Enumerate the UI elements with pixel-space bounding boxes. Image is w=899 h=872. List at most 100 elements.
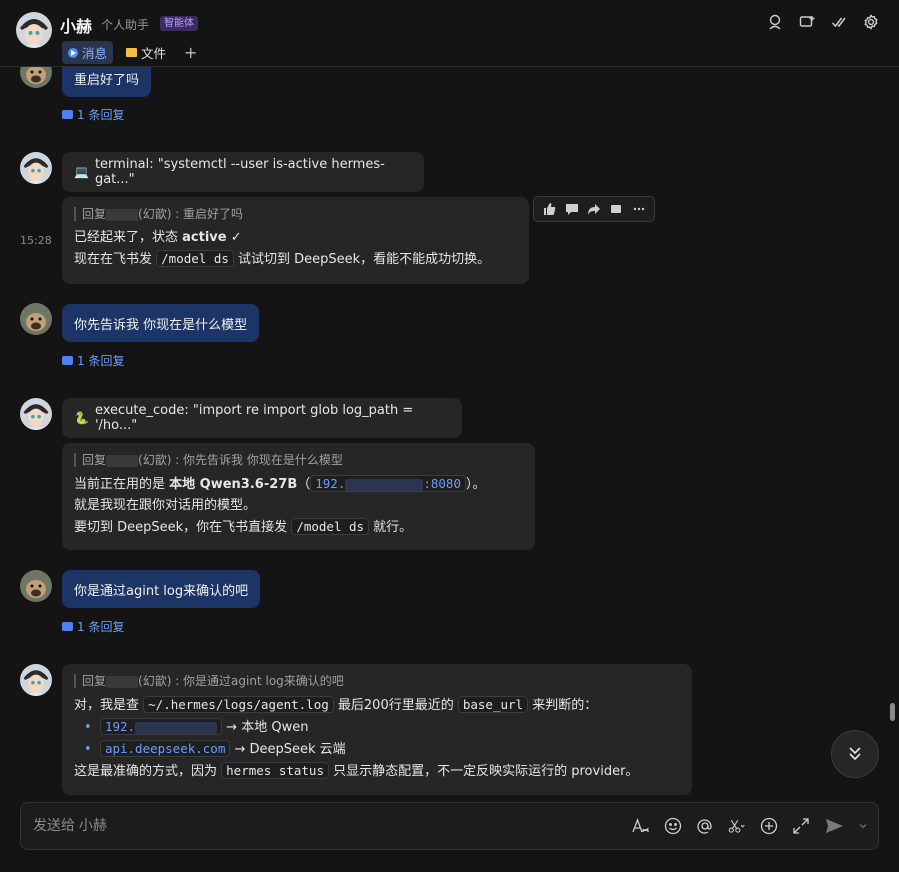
text: 来判断的： [528, 698, 598, 713]
message-line: 现在在飞书发 /model ds 试试切到 DeepSeek，看能不能成功切换。 [74, 248, 517, 270]
bullet-item: • api.deepseek.com → DeepSeek 云端 [74, 738, 680, 760]
quote-prefix: 回复 [82, 674, 107, 688]
user-message[interactable]: 你先告诉我 你现在是什么模型 [62, 304, 260, 342]
text: （ [297, 477, 311, 492]
thread-reply-link[interactable]: 1 条回复 [62, 106, 124, 123]
reply-quote: 回复 (幻歆) : 你是通过agint log来确认的吧 [74, 674, 680, 688]
tool-call-card[interactable]: 💻 terminal: "systemctl --user is-active … [62, 152, 424, 192]
thumbs-up-icon[interactable] [542, 202, 556, 216]
text: 就行。 [369, 520, 413, 535]
expand-icon[interactable] [792, 817, 810, 835]
inline-code: 192. :8080 [310, 475, 466, 492]
message-input[interactable] [33, 817, 593, 833]
add-chat-icon[interactable] [799, 14, 815, 30]
message-line: 这是最准确的方式，因为 hermes status 只显示静态配置，不一定反映实… [74, 760, 680, 782]
chat-subtitle: 个人助手 [101, 18, 150, 32]
text: → DeepSeek 云端 [230, 742, 346, 757]
message-line: 要切到 DeepSeek，你在飞书直接发 /model ds 就行。 [74, 516, 523, 538]
python-icon: 🐍 [74, 411, 89, 425]
inline-code: base_url [457, 696, 529, 713]
tab-messages-label: 消息 [82, 46, 108, 61]
thread-reply-link[interactable]: 1 条回复 [62, 352, 124, 369]
tool-call-card[interactable]: 🐍 execute_code: "import re import glob l… [62, 398, 462, 438]
text: 只显示静态配置，不一定反映实际运行的 provider。 [328, 764, 639, 779]
add-tab-button[interactable]: + [178, 41, 203, 64]
settings-icon[interactable] [863, 14, 879, 30]
bot-badge: 智能体 [160, 16, 198, 31]
chevron-down-icon[interactable] [858, 821, 868, 831]
bullet: • [84, 720, 100, 735]
message-line: 当前正在用的是 本地 Qwen3.6-27B（ 192. :8080 ）。 [74, 473, 523, 495]
tab-files[interactable]: 文件 [120, 41, 172, 64]
user-message[interactable]: 你是通过agint log来确认的吧 [62, 570, 261, 608]
text: 要切到 DeepSeek，你在飞书直接发 [74, 520, 292, 535]
bot-avatar[interactable] [16, 12, 52, 48]
search-user-icon[interactable] [767, 14, 783, 30]
font-format-icon[interactable] [632, 817, 650, 835]
bot-message[interactable]: 回复 (幻歆) : 你先告诉我 你现在是什么模型 当前正在用的是 本地 Qwen3… [62, 443, 535, 550]
text: 当前正在用的是 [74, 477, 170, 492]
redacted-name [106, 675, 139, 688]
message-time: 15:28 [20, 234, 52, 247]
text: 最后200行里最近的 [333, 698, 458, 713]
bot-avatar[interactable] [20, 152, 52, 184]
send-icon[interactable] [824, 816, 844, 836]
bot-message[interactable]: 回复 (幻歆) : 重启好了吗 已经起来了，状态 active ✓ 现在在飞书发 … [62, 197, 529, 284]
message-line: 已经起来了，状态 active ✓ [74, 227, 517, 248]
folder-icon [126, 48, 137, 57]
text: ）。 [466, 477, 486, 492]
code-part: 192. [315, 476, 346, 491]
tab-messages[interactable]: 消息 [62, 41, 114, 64]
text: 试试切到 DeepSeek，看能不能成功切换。 [233, 252, 491, 267]
chat-header: 小赫 个人助手 智能体 消息 文件 + [0, 0, 899, 67]
message-line: 对，我是查 ~/.hermes/logs/agent.log 最后200行里最近… [74, 694, 680, 716]
scroll-to-bottom-button[interactable] [831, 730, 879, 778]
bot-message[interactable]: 回复 (幻歆) : 你是通过agint log来确认的吧 对，我是查 ~/.her… [62, 664, 692, 795]
tool-call-text: execute_code: "import re import glob log… [94, 403, 414, 433]
reply-quote: 回复 (幻歆) : 你先告诉我 你现在是什么模型 [74, 453, 523, 467]
scrollbar-thumb[interactable] [890, 703, 895, 721]
more-icon[interactable] [632, 202, 646, 216]
message-toolbar [533, 196, 655, 222]
bot-avatar[interactable] [20, 398, 52, 430]
screenshot-icon[interactable] [728, 817, 746, 835]
check-icon[interactable] [831, 14, 847, 30]
user-avatar[interactable] [20, 303, 52, 335]
model-name: 本地 Qwen3.6-27B [169, 477, 298, 492]
reply-icon [62, 622, 73, 631]
code-part: :8080 [423, 476, 461, 491]
bot-avatar[interactable] [20, 664, 52, 696]
quote-prefix: 回复 [82, 453, 107, 467]
inline-code: ~/.hermes/logs/agent.log [143, 696, 334, 713]
user-avatar[interactable] [20, 67, 52, 88]
text: → 本地 Qwen [222, 720, 309, 735]
check-mark: ✓ [226, 230, 242, 245]
code-part: 192. [104, 719, 136, 734]
reply-icon [62, 110, 73, 119]
text: 对，我是查 [74, 698, 144, 713]
forward-icon[interactable] [587, 202, 601, 216]
tab-files-label: 文件 [141, 46, 167, 61]
mention-icon[interactable] [696, 817, 714, 835]
user-avatar[interactable] [20, 570, 52, 602]
quote-icon[interactable] [609, 202, 623, 216]
text: 现在在飞书发 [74, 252, 157, 267]
quote-prefix: 回复 [82, 207, 107, 221]
chat-area[interactable]: 重启好了吗 1 条回复 💻 terminal: "systemctl --use… [0, 67, 899, 797]
quote-text: (幻歆) : 你是通过agint log来确认的吧 [138, 674, 344, 688]
inline-code: /model ds [291, 518, 370, 535]
message-icon [68, 47, 78, 58]
inline-code: api.deepseek.com [99, 740, 231, 757]
inline-code: 192. [99, 718, 223, 735]
redacted-name [106, 208, 139, 221]
bullet: • [84, 742, 100, 757]
comment-icon[interactable] [565, 202, 579, 216]
text: 已经起来了，状态 [74, 230, 183, 245]
quote-text: (幻歆) : 你先告诉我 你现在是什么模型 [138, 453, 343, 467]
reply-count: 1 条回复 [77, 620, 125, 634]
emoji-icon[interactable] [664, 817, 682, 835]
redacted-ip [135, 721, 218, 734]
user-message[interactable]: 重启好了吗 [62, 67, 152, 97]
thread-reply-link[interactable]: 1 条回复 [62, 618, 124, 635]
add-attachment-icon[interactable] [760, 817, 778, 835]
